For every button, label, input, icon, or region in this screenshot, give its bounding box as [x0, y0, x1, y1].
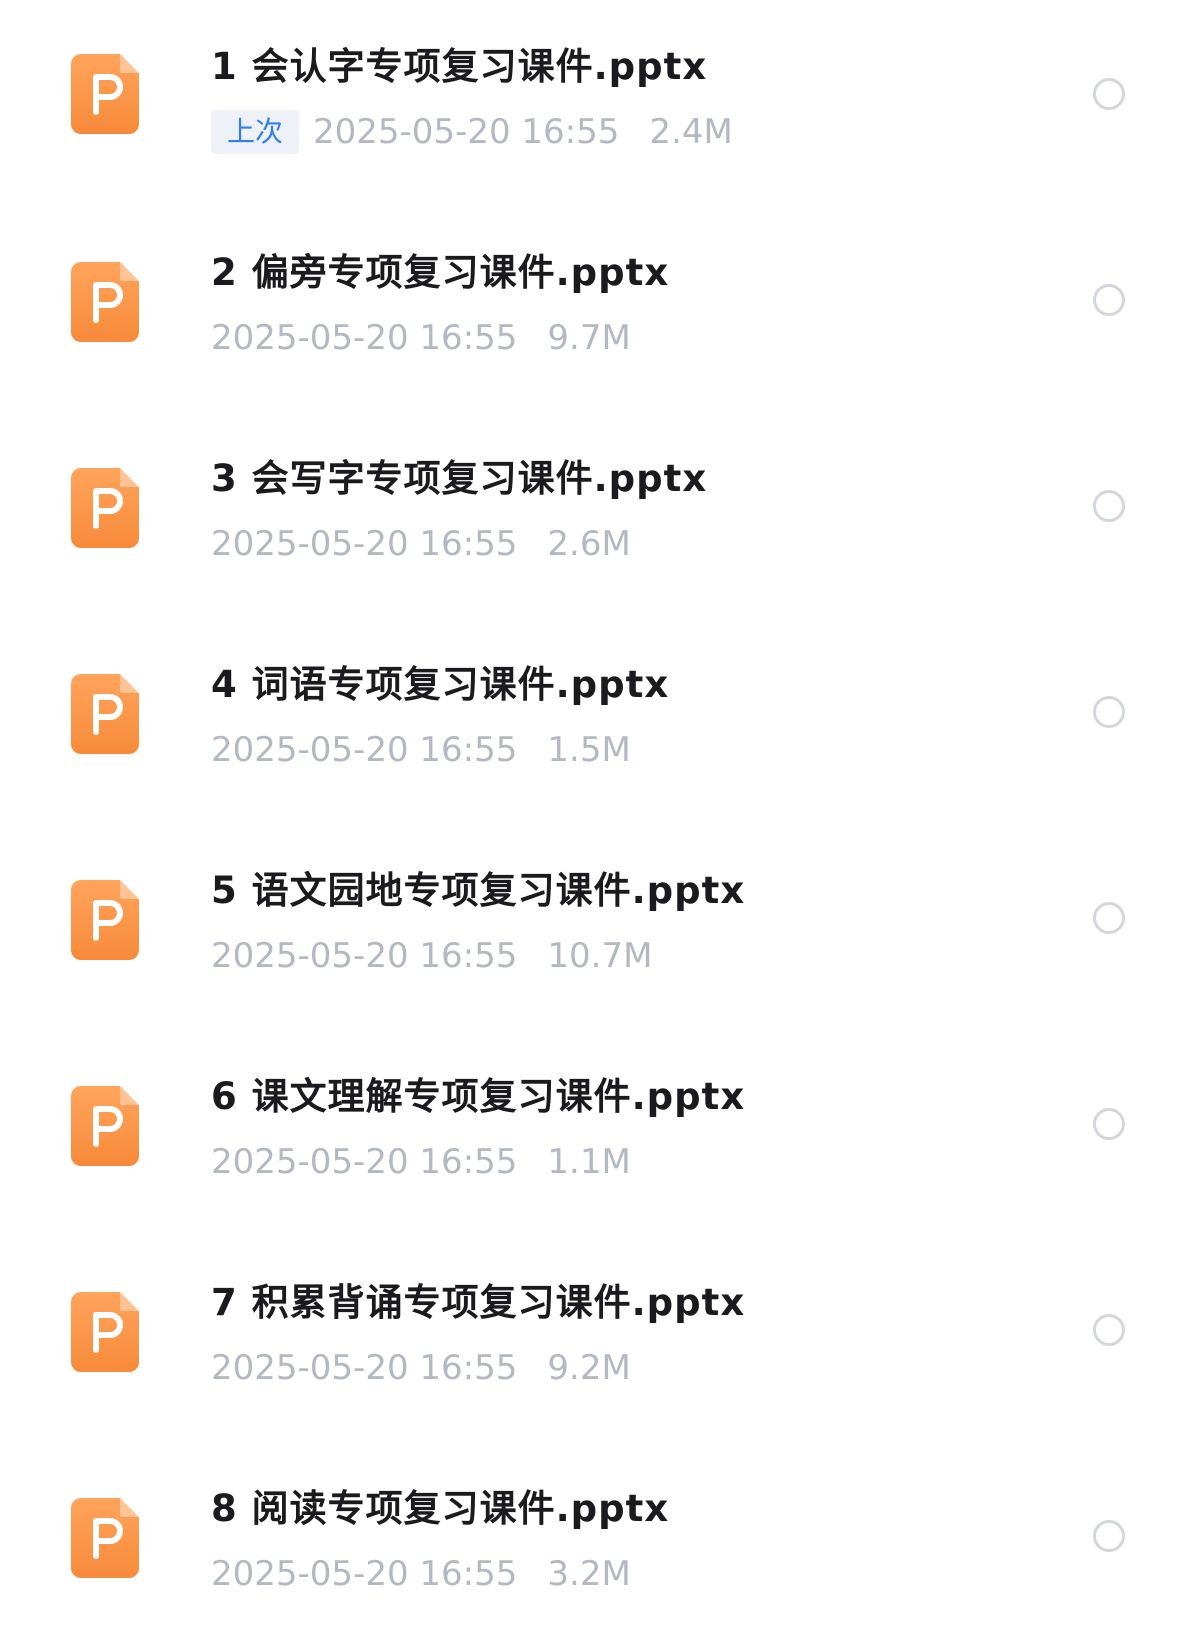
last-opened-badge: 上次	[211, 110, 300, 154]
select-checkbox[interactable]	[1093, 490, 1125, 522]
file-row[interactable]: 5 语文园地专项复习课件.pptx 2025-05-20 16:55 10.7M	[0, 824, 1179, 1030]
file-name: 5 语文园地专项复习课件.pptx	[211, 869, 746, 912]
pptx-file-icon	[71, 54, 139, 134]
file-name: 3 会写字专项复习课件.pptx	[211, 457, 708, 500]
file-size: 2.6M	[547, 524, 631, 564]
file-date: 2025-05-20 16:55	[211, 1554, 518, 1594]
file-meta: 2025-05-20 16:55 1.1M	[211, 1140, 631, 1184]
file-date: 2025-05-20 16:55	[211, 318, 518, 358]
file-meta: 上次 2025-05-20 16:55 2.4M	[211, 110, 733, 154]
pptx-file-icon	[71, 468, 139, 548]
file-meta: 2025-05-20 16:55 2.6M	[211, 522, 631, 566]
pptx-file-icon	[71, 880, 139, 960]
file-date: 2025-05-20 16:55	[313, 112, 620, 152]
file-name: 1 会认字专项复习课件.pptx	[211, 45, 708, 88]
file-meta: 2025-05-20 16:55 9.2M	[211, 1346, 631, 1390]
pptx-file-icon	[71, 1086, 139, 1166]
select-checkbox[interactable]	[1093, 1314, 1125, 1346]
file-size: 1.5M	[547, 730, 631, 770]
select-checkbox[interactable]	[1093, 78, 1125, 110]
pptx-file-icon	[71, 1498, 139, 1578]
file-meta: 2025-05-20 16:55 1.5M	[211, 728, 631, 772]
file-date: 2025-05-20 16:55	[211, 730, 518, 770]
file-size: 9.2M	[547, 1348, 631, 1388]
file-size: 1.1M	[547, 1142, 631, 1182]
file-size: 3.2M	[547, 1554, 631, 1594]
file-size: 9.7M	[547, 318, 631, 358]
select-checkbox[interactable]	[1093, 696, 1125, 728]
file-date: 2025-05-20 16:55	[211, 1348, 518, 1388]
file-meta: 2025-05-20 16:55 3.2M	[211, 1552, 631, 1596]
file-row[interactable]: 1 会认字专项复习课件.pptx 上次 2025-05-20 16:55 2.4M	[0, 0, 1179, 206]
file-date: 2025-05-20 16:55	[211, 1142, 518, 1182]
pptx-file-icon	[71, 1292, 139, 1372]
select-checkbox[interactable]	[1093, 284, 1125, 316]
pptx-file-icon	[71, 262, 139, 342]
file-row[interactable]: 4 词语专项复习课件.pptx 2025-05-20 16:55 1.5M	[0, 618, 1179, 824]
select-checkbox[interactable]	[1093, 1520, 1125, 1552]
file-meta: 2025-05-20 16:55 10.7M	[211, 934, 652, 978]
file-date: 2025-05-20 16:55	[211, 524, 518, 564]
file-list: 1 会认字专项复习课件.pptx 上次 2025-05-20 16:55 2.4M …	[0, 0, 1179, 1617]
file-name: 4 词语专项复习课件.pptx	[211, 663, 670, 706]
file-row[interactable]: 7 积累背诵专项复习课件.pptx 2025-05-20 16:55 9.2M	[0, 1236, 1179, 1442]
file-name: 8 阅读专项复习课件.pptx	[211, 1487, 670, 1530]
file-size: 10.7M	[547, 936, 653, 976]
file-date: 2025-05-20 16:55	[211, 936, 518, 976]
file-meta: 2025-05-20 16:55 9.7M	[211, 316, 631, 360]
file-row[interactable]: 2 偏旁专项复习课件.pptx 2025-05-20 16:55 9.7M	[0, 206, 1179, 412]
file-row[interactable]: 8 阅读专项复习课件.pptx 2025-05-20 16:55 3.2M	[0, 1442, 1179, 1648]
file-name: 6 课文理解专项复习课件.pptx	[211, 1075, 746, 1118]
file-row[interactable]: 6 课文理解专项复习课件.pptx 2025-05-20 16:55 1.1M	[0, 1030, 1179, 1236]
select-checkbox[interactable]	[1093, 1108, 1125, 1140]
file-name: 2 偏旁专项复习课件.pptx	[211, 251, 670, 294]
file-row[interactable]: 3 会写字专项复习课件.pptx 2025-05-20 16:55 2.6M	[0, 412, 1179, 618]
select-checkbox[interactable]	[1093, 902, 1125, 934]
file-name: 7 积累背诵专项复习课件.pptx	[211, 1281, 746, 1324]
file-size: 2.4M	[649, 112, 733, 152]
pptx-file-icon	[71, 674, 139, 754]
